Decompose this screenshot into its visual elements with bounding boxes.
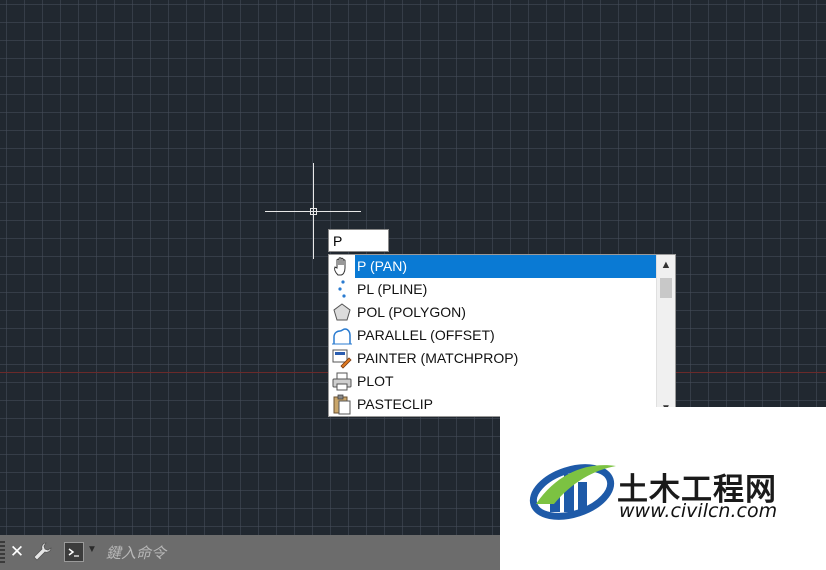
dynamic-input-field[interactable]: P [328, 229, 389, 252]
civilcn-logo-icon [529, 464, 616, 520]
command-line-bar: ✕ ▼ [0, 535, 500, 570]
polygon-icon [333, 303, 351, 321]
autocomplete-item-label: POL (POLYGON) [357, 304, 466, 320]
scrollbar-thumb[interactable] [660, 278, 672, 298]
command-prompt-icon[interactable] [64, 542, 84, 562]
clipboard-icon [333, 394, 351, 415]
drag-grip-handle[interactable] [0, 541, 5, 565]
wrench-icon[interactable] [32, 541, 54, 563]
pan-hand-icon [334, 257, 346, 276]
autocomplete-scrollbar[interactable]: ▲ ▼ [656, 255, 675, 416]
autocomplete-item-label: PLOT [357, 373, 394, 389]
autocomplete-item[interactable]: P (PAN) [329, 255, 657, 278]
autocomplete-item-label: PL (PLINE) [357, 281, 428, 297]
offset-icon [332, 328, 352, 345]
watermark-url: www.civilcn.com [619, 500, 778, 522]
command-input[interactable] [100, 540, 496, 565]
autocomplete-item-label: P (PAN) [355, 255, 657, 278]
autocomplete-item[interactable]: PARALLEL (OFFSET) [329, 324, 657, 347]
autocomplete-item-label: PAINTER (MATCHPROP) [357, 350, 519, 366]
chevron-down-icon[interactable]: ▼ [87, 544, 97, 555]
crosshair-pickbox [310, 208, 317, 215]
scroll-up-icon[interactable]: ▲ [657, 255, 675, 275]
autocomplete-item-label: PASTECLIP [357, 396, 433, 412]
watermark-panel: 土木工程网 www.civilcn.com [500, 407, 826, 570]
autocomplete-item-label: PARALLEL (OFFSET) [357, 327, 495, 343]
autocomplete-item[interactable]: PL (PLINE) [329, 278, 657, 301]
autocomplete-item[interactable]: PLOT [329, 370, 657, 393]
printer-icon [332, 372, 352, 391]
autocomplete-item[interactable]: PAINTER (MATCHPROP) [329, 347, 657, 370]
autocomplete-item[interactable]: POL (POLYGON) [329, 301, 657, 324]
close-icon[interactable]: ✕ [8, 540, 26, 564]
polyline-icon [338, 280, 346, 298]
matchprop-brush-icon [332, 349, 352, 369]
command-autocomplete-list[interactable]: P (PAN) PL (PLINE) POL (POLYGON) PARALLE… [328, 254, 676, 417]
